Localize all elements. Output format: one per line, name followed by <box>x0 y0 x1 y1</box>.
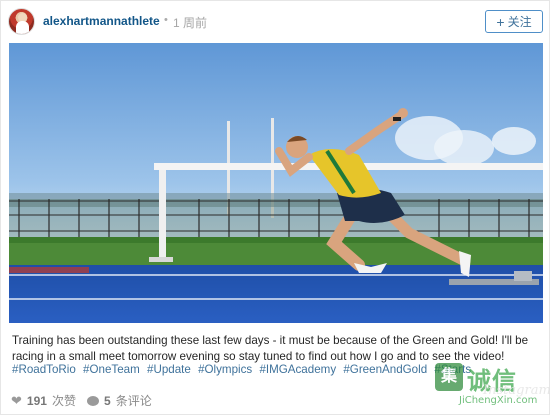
comment-icon <box>87 395 99 406</box>
instagram-post-card: alexhartmannathlete • 1 周前 + 关注 Training… <box>0 0 550 415</box>
avatar[interactable] <box>8 8 35 35</box>
follow-button[interactable]: + 关注 <box>485 10 543 33</box>
username-link[interactable]: alexhartmannathlete <box>43 14 160 28</box>
post-header: alexhartmannathlete • 1 周前 + 关注 <box>1 1 550 41</box>
separator-dot: • <box>164 14 168 26</box>
follow-label: 关注 <box>507 15 532 29</box>
like-label: 次赞 <box>51 394 76 408</box>
comment-button[interactable]: 5 条评论 <box>87 392 152 409</box>
post-time: 1 周前 <box>173 16 208 30</box>
heart-icon: ❤ <box>11 392 22 408</box>
hashtag-link[interactable]: #IMGAcademy <box>259 363 336 376</box>
like-count: 191 <box>26 393 47 408</box>
post-photo[interactable] <box>9 43 543 323</box>
hashtag-link[interactable]: #Update <box>147 363 191 376</box>
watermark-site: JiChengXin.com <box>459 395 538 406</box>
site-watermark: 集 诚信 Instagram JiChengXin.com <box>431 359 550 411</box>
plus-icon: + <box>496 13 505 30</box>
photo-illustration <box>9 43 543 323</box>
comment-label: 条评论 <box>115 394 152 408</box>
hashtag-link[interactable]: #RoadToRio <box>12 363 76 376</box>
hashtag-link[interactable]: #Olympics <box>198 363 252 376</box>
avatar-body <box>16 21 29 34</box>
hashtag-link[interactable]: #GreenAndGold <box>343 363 427 376</box>
watermark-logo: 集 <box>435 363 463 391</box>
comment-count: 5 <box>104 393 111 408</box>
hashtag-link[interactable]: #OneTeam <box>83 363 140 376</box>
like-button[interactable]: ❤ 191 次赞 <box>11 392 76 409</box>
